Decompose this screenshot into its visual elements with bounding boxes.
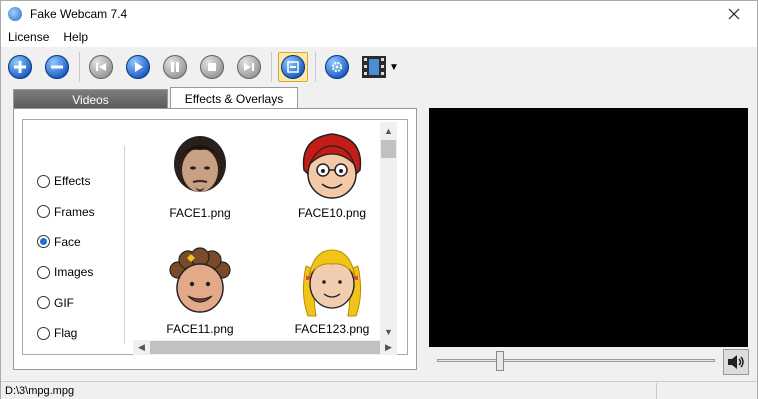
photo-face-icon [174,136,226,192]
stop-button[interactable] [197,52,227,82]
scroll-left-icon[interactable]: ◀ [133,342,150,353]
radio-frames[interactable]: Frames [37,196,95,226]
toolbar-separator [79,52,80,82]
speaker-icon [728,355,744,369]
app-window: Fake Webcam 7.4 License Help ▼ Videos Ef… [0,0,758,399]
gallery-item[interactable]: FACE1.png [135,126,265,232]
radio-flag[interactable]: Flag [37,318,95,348]
toolbar-separator [271,52,272,82]
next-button[interactable] [234,52,264,82]
status-segment [657,383,755,399]
radio-label: Face [54,234,81,249]
film-strip-icon [362,56,386,78]
overlay-mode-button[interactable] [278,52,308,82]
radio-label: Frames [54,204,95,219]
window-title: Fake Webcam 7.4 [30,7,128,21]
gear-icon [325,55,349,79]
slider-track[interactable] [437,359,715,362]
category-radio-group: Effects Frames Face Images GIF Flag [37,166,95,348]
plus-icon [8,55,32,79]
title-bar: Fake Webcam 7.4 [1,1,757,27]
radio-face[interactable]: Face [37,227,95,257]
horizontal-scrollbar[interactable]: ◀ ▶ [133,340,397,355]
app-icon [8,7,22,21]
radio-button[interactable] [37,296,50,310]
gallery-item[interactable]: FACE11.png [135,242,265,348]
scroll-up-icon[interactable]: ▲ [380,122,397,139]
cartoon-face-curly-brown-hair-icon [169,247,231,313]
radio-gif[interactable]: GIF [37,288,95,318]
tab-effects-overlays[interactable]: Effects & Overlays [170,87,298,109]
chevron-down-icon[interactable]: ▼ [389,62,399,73]
menu-license[interactable]: License [1,30,56,44]
vertical-scrollbar[interactable]: ▲ ▼ [380,122,397,340]
close-icon [728,8,740,20]
video-preview [429,108,748,347]
slider-thumb[interactable] [496,351,504,371]
stop-icon [200,55,224,79]
effects-panel: Effects Frames Face Images GIF Flag FACE… [13,108,417,370]
gallery-item-label: FACE1.png [169,206,231,220]
pause-icon [163,55,187,79]
scroll-down-icon[interactable]: ▼ [380,323,397,340]
divider [124,146,125,344]
radio-button[interactable] [37,265,50,279]
face-gallery: FACE1.png FACE10.png FACE11.png FACE123.… [133,122,397,340]
gallery-item-label: FACE11.png [166,322,234,336]
status-file-path: D:\3\mpg.mpg [1,382,657,399]
play-button[interactable] [123,52,153,82]
radio-label: Flag [54,326,78,341]
menu-bar: License Help [1,27,757,47]
menu-help[interactable]: Help [56,30,95,44]
add-button[interactable] [5,52,35,82]
play-icon [126,55,150,79]
gallery-item[interactable]: FACE10.png [267,126,397,232]
scroll-thumb[interactable] [150,341,380,354]
radio-label: GIF [54,295,74,310]
remove-button[interactable] [42,52,72,82]
gallery-item[interactable]: FACE123.png [267,242,397,348]
toolbar: ▼ [1,47,757,87]
scroll-thumb[interactable] [381,140,396,158]
cartoon-face-blonde-pigtails-icon [302,249,362,317]
gallery-item-label: FACE123.png [294,322,370,336]
toolbar-separator [315,52,316,82]
radio-button[interactable] [37,205,50,219]
overlay-icon [281,55,305,79]
position-slider[interactable] [431,347,721,375]
radio-button[interactable] [37,235,50,249]
radio-button[interactable] [37,174,50,188]
gallery-item-label: FACE10.png [297,206,367,220]
radio-effects[interactable]: Effects [37,166,95,196]
skip-back-icon [89,55,113,79]
window-controls [711,1,757,27]
radio-images[interactable]: Images [37,257,95,287]
pause-button[interactable] [160,52,190,82]
tab-videos[interactable]: Videos [13,89,168,109]
status-bar: D:\3\mpg.mpg [1,381,757,399]
skip-forward-icon [237,55,261,79]
effects-content: Effects Frames Face Images GIF Flag FACE… [22,119,408,355]
film-button[interactable] [359,52,389,82]
cartoon-face-red-hair-glasses-icon [302,133,362,199]
close-button[interactable] [711,1,757,27]
volume-button[interactable] [723,349,749,375]
minus-icon [45,55,69,79]
radio-button[interactable] [37,326,50,340]
radio-label: Images [54,265,94,280]
radio-label: Effects [54,174,91,189]
scroll-right-icon[interactable]: ▶ [380,342,397,353]
previous-button[interactable] [86,52,116,82]
tab-strip: Videos Effects & Overlays [13,87,300,109]
settings-button[interactable] [322,52,352,82]
